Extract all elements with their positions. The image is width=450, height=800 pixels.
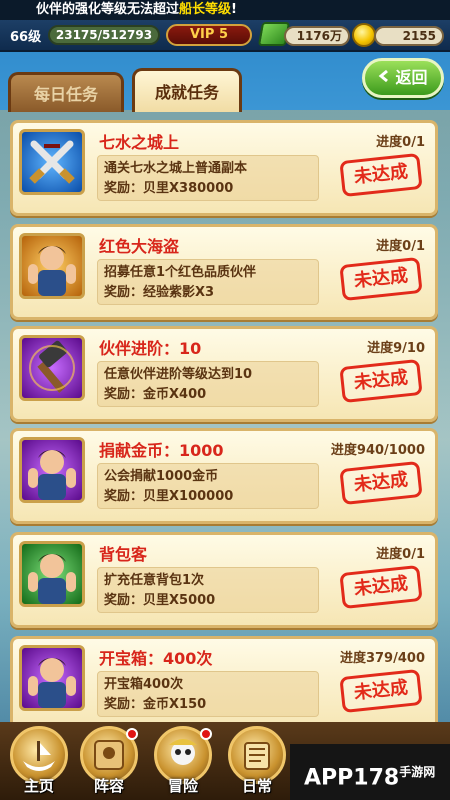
task-description: 扩充任意背包1次 — [104, 573, 205, 588]
nav-home[interactable]: 主页 — [6, 722, 72, 800]
nav-label: 阵容 — [93, 777, 124, 795]
task-info: 通关七水之城上普通副本 奖励：贝里X380000 — [97, 155, 319, 201]
tab-daily-tasks[interactable]: 每日任务 — [8, 72, 124, 112]
exp-display: 23175/512793 — [48, 25, 160, 45]
task-card[interactable]: 背包客 进度0/1 扩充任意背包1次 奖励：贝里X5000 未达成 — [10, 532, 438, 628]
task-description: 开宝箱400次 — [104, 677, 184, 692]
hammer-icon — [19, 335, 85, 401]
task-reward: 奖励：贝里X5000 — [104, 593, 216, 608]
task-reward: 奖励：经验紫影X3 — [104, 285, 215, 300]
watermark-sub: 手游网 — [399, 765, 436, 779]
task-description: 招募任意1个红色品质伙伴 — [104, 265, 257, 280]
task-description: 通关七水之城上普通副本 — [104, 161, 248, 176]
task-title: 背包客 — [99, 545, 148, 564]
task-progress: 进度940/1000 — [330, 443, 425, 458]
vip-badge[interactable]: VIP 5 — [166, 24, 252, 46]
pirate-avatar-icon — [19, 437, 85, 503]
task-title: 红色大海盗 — [99, 237, 180, 256]
task-reward: 奖励：金币X400 — [104, 387, 207, 402]
task-progress: 进度0/1 — [376, 547, 425, 562]
task-info: 任意伙伴进阶等级达到10 奖励：金币X400 — [97, 361, 319, 407]
pirate-avatar-icon — [19, 541, 85, 607]
task-title: 开宝箱：400次 — [99, 649, 213, 668]
notification-dot — [200, 728, 212, 740]
back-button[interactable]: 返回 — [362, 58, 444, 98]
task-info: 公会捐献1000金币 奖励：贝里X100000 — [97, 463, 319, 509]
status-stamp: 未达成 — [339, 152, 423, 198]
notice-suffix: ! — [231, 2, 237, 17]
status-bar: 66级 23175/512793 VIP 5 1176万 2155 — [0, 20, 450, 52]
notice-bar: 伙伴的强化等级无法超过船长等级! — [0, 0, 450, 20]
back-button-label: 返回 — [395, 68, 428, 87]
status-stamp: 未达成 — [339, 668, 423, 714]
nav-daily[interactable]: 日常 — [224, 722, 290, 800]
player-level: 66级 — [10, 30, 42, 45]
task-reward: 奖励：金币X150 — [104, 697, 207, 712]
task-card[interactable]: 伙伴进阶：10 进度9/10 任意伙伴进阶等级达到10 奖励：金币X400 未达… — [10, 326, 438, 422]
task-reward: 奖励：贝里X380000 — [104, 181, 234, 196]
task-title: 伙伴进阶：10 — [99, 339, 202, 358]
nav-label: 冒险 — [167, 777, 198, 795]
task-info: 开宝箱400次 奖励：金币X150 — [97, 671, 319, 717]
pirate-avatar-icon — [19, 233, 85, 299]
task-info: 扩充任意背包1次 奖励：贝里X5000 — [97, 567, 319, 613]
coin-display[interactable]: 2155 — [374, 26, 444, 46]
task-card[interactable]: 红色大海盗 进度0/1 招募任意1个红色品质伙伴 奖励：经验紫影X3 未达成 — [10, 224, 438, 320]
task-card[interactable]: 捐献金币：1000 进度940/1000 公会捐献1000金币 奖励：贝里X10… — [10, 428, 438, 524]
pirate-avatar-icon — [19, 645, 85, 711]
back-arrow-icon — [378, 61, 392, 95]
task-description: 任意伙伴进阶等级达到10 — [104, 367, 253, 382]
task-description: 公会捐献1000金币 — [104, 469, 219, 484]
status-stamp: 未达成 — [339, 358, 423, 404]
money-display: 1176万 — [284, 26, 350, 46]
task-info: 招募任意1个红色品质伙伴 奖励：经验紫影X3 — [97, 259, 319, 305]
task-card[interactable]: 开宝箱：400次 进度379/400 开宝箱400次 奖励：金币X150 未达成 — [10, 636, 438, 732]
notice-highlight: 船长等级 — [179, 2, 232, 17]
tab-achievement-tasks[interactable]: 成就任务 — [132, 68, 242, 112]
nav-adventure[interactable]: 冒险 — [150, 722, 216, 800]
watermark-main: APP178 — [304, 765, 400, 791]
task-progress: 进度379/400 — [339, 651, 425, 666]
nav-label: 主页 — [23, 777, 54, 795]
task-progress: 进度9/10 — [367, 341, 425, 356]
nav-label: 日常 — [241, 777, 272, 795]
crossed-swords-icon — [19, 129, 85, 195]
task-card[interactable]: 七水之城上 进度0/1 通关七水之城上普通副本 奖励：贝里X380000 未达成 — [10, 120, 438, 216]
status-stamp: 未达成 — [339, 460, 423, 506]
task-title: 捐献金币：1000 — [99, 441, 224, 460]
nav-lineup[interactable]: 阵容 — [76, 722, 142, 800]
app178-watermark: APP178手游网 — [290, 744, 450, 800]
status-stamp: 未达成 — [339, 256, 423, 302]
task-reward: 奖励：贝里X100000 — [104, 489, 234, 504]
task-title: 七水之城上 — [99, 133, 180, 152]
notification-dot — [126, 728, 138, 740]
task-progress: 进度0/1 — [376, 239, 425, 254]
task-progress: 进度0/1 — [376, 135, 425, 150]
status-stamp: 未达成 — [339, 564, 423, 610]
notice-text: 伙伴的强化等级无法超过 — [36, 2, 180, 17]
gold-coin-icon — [352, 23, 376, 47]
